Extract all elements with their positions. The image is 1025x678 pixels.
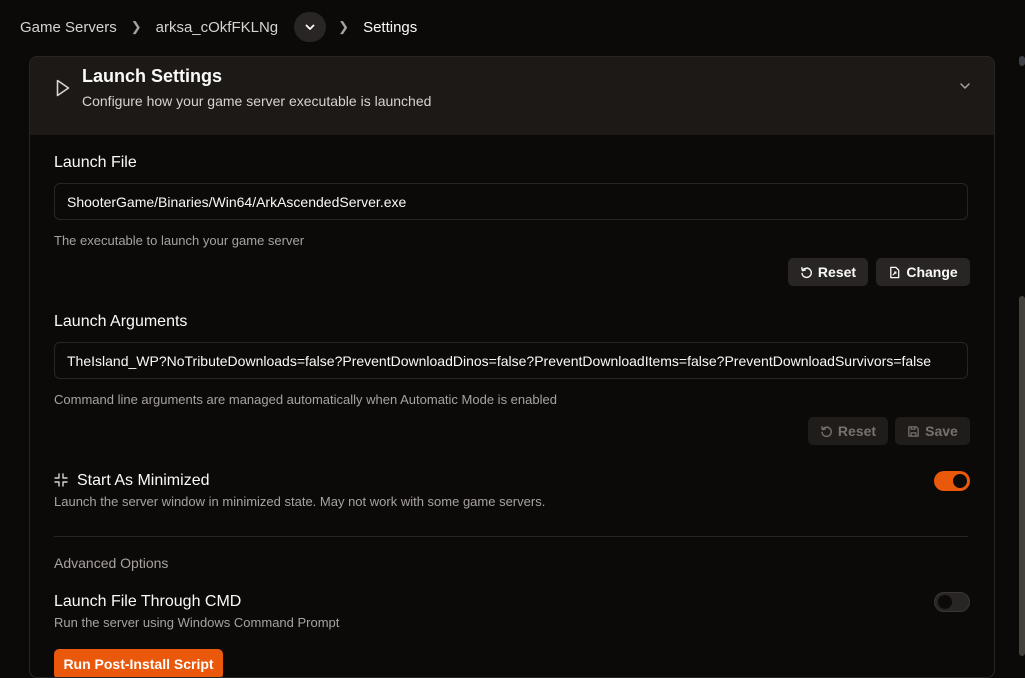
start-minimized-label: Start As Minimized [77, 472, 210, 489]
launch-file-input[interactable]: ShooterGame/Binaries/Win64/ArkAscendedSe… [54, 183, 968, 220]
section-subtitle: Configure how your game server executabl… [82, 93, 432, 109]
launch-through-cmd-help: Run the server using Windows Command Pro… [54, 615, 340, 630]
launch-file-reset-button[interactable]: Reset [788, 258, 868, 286]
chevron-down-icon[interactable] [958, 79, 972, 93]
reset-icon [801, 266, 812, 278]
launch-file-label: Launch File [54, 154, 137, 171]
minimize-icon [54, 473, 68, 487]
launch-file-help: The executable to launch your game serve… [54, 233, 305, 248]
chevron-down-icon [305, 24, 315, 30]
file-icon [890, 266, 900, 278]
launch-settings-header[interactable]: Launch Settings Configure how your game … [30, 57, 994, 135]
reset-label: Reset [817, 264, 857, 280]
chevron-right-icon: ❯ [338, 19, 350, 34]
play-icon [56, 79, 70, 97]
scrollbar-top[interactable] [1019, 56, 1025, 66]
advanced-options-heading: Advanced Options [54, 555, 169, 571]
start-minimized-toggle[interactable] [934, 471, 970, 491]
launch-arguments-label: Launch Arguments [54, 313, 188, 330]
start-minimized-help: Launch the server window in minimized st… [54, 494, 546, 509]
toggle-knob [953, 474, 967, 488]
scrollbar-thumb[interactable] [1019, 296, 1025, 656]
launch-arguments-save-button[interactable]: Save [895, 417, 970, 445]
reset-label: Reset [837, 423, 877, 439]
launch-arguments-input[interactable]: TheIsland_WP?NoTributeDownloads=false?Pr… [54, 342, 968, 379]
chevron-right-icon: ❯ [130, 19, 142, 34]
server-switcher-button[interactable] [294, 12, 327, 42]
save-icon [908, 425, 919, 437]
change-label: Change [906, 264, 958, 280]
launch-arguments-reset-button[interactable]: Reset [808, 417, 888, 445]
section-title: Launch Settings [82, 66, 223, 86]
launch-arguments-help: Command line arguments are managed autom… [54, 392, 557, 407]
breadcrumb-settings: Settings [363, 18, 418, 36]
launch-file-change-button[interactable]: Change [876, 258, 970, 286]
breadcrumb-server[interactable]: arksa_cOkfFKLNg [156, 19, 279, 36]
toggle-knob [938, 595, 952, 609]
breadcrumb: Game Servers ❯ arksa_cOkfFKLNg ❯ Setting… [20, 12, 417, 42]
launch-settings-card: Launch Settings Configure how your game … [29, 56, 995, 678]
breadcrumb-game-servers[interactable]: Game Servers [20, 19, 117, 36]
launch-through-cmd-toggle[interactable] [934, 592, 970, 612]
run-post-install-script-button[interactable]: Run Post-Install Script [54, 649, 223, 677]
divider [54, 536, 968, 537]
launch-through-cmd-label: Launch File Through CMD [54, 593, 242, 610]
save-label: Save [925, 423, 958, 439]
reset-icon [821, 425, 832, 437]
